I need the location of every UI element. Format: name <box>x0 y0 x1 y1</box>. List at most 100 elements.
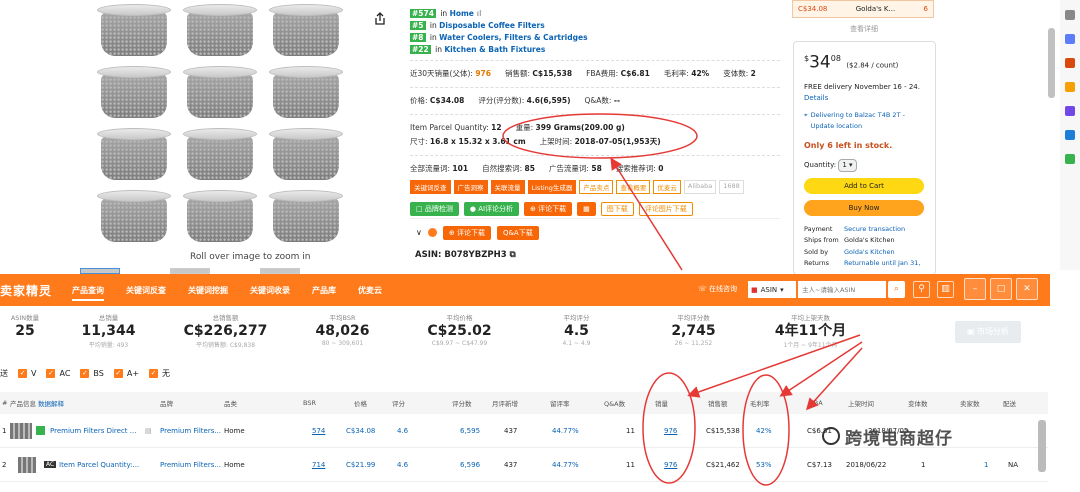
bsr-rank[interactable]: #8 in Water Coolers, Filters & Cartridge… <box>410 32 780 44</box>
quantity-selector[interactable]: Quantity: 1 ▾ <box>804 158 925 172</box>
sales-link[interactable]: 976 <box>664 427 677 435</box>
tag-listing-generator[interactable]: Listing生成器 <box>527 180 577 194</box>
product-details-panel: #574 in Home ıl #5 in Disposable Coffee … <box>410 8 780 216</box>
product-image-filter <box>183 128 257 180</box>
product-title-link[interactable]: Premium Filters Direct ... <box>50 427 136 435</box>
tag-icon[interactable] <box>1065 34 1075 44</box>
minimize-icon[interactable]: – <box>964 278 986 300</box>
review-image-download-button[interactable]: 评论图片下载 <box>638 202 693 216</box>
metric-avg-ratings: 平均评分数 2,745 26 ~ 11,252 <box>671 314 716 347</box>
tab-product-query[interactable]: 产品查询 <box>72 285 105 301</box>
brand-link[interactable]: Premium Filters... <box>160 461 221 469</box>
columns-icon[interactable]: ▥ <box>937 281 954 298</box>
product-image-gallery[interactable] <box>95 0 343 250</box>
plugin-logo: 卖家精灵 <box>0 283 53 298</box>
plugin-logo-icon <box>427 228 437 237</box>
search-icon[interactable] <box>1065 10 1075 20</box>
other-seller-row[interactable]: C$34.08 Golda's K... 6 <box>792 0 934 18</box>
tool-tags: 关键词反查 广告洞察 关联流量 Listing生成器 产品卖点 查看概要 优麦云… <box>410 180 780 194</box>
traffic-stats: 全部流量词: 101 自然搜索词: 85 广告流量词: 58 搜索推荐词: 0 <box>410 164 664 173</box>
filter-aplus[interactable]: ✓ A+ <box>113 369 139 378</box>
image-download-button[interactable]: 图下载 <box>600 202 634 216</box>
add-to-cart-button[interactable]: Add to Cart <box>804 177 924 194</box>
product-image-filter <box>97 190 171 242</box>
location-pin-icon: ⌖ <box>804 110 808 119</box>
product-image-filter <box>183 4 257 56</box>
maximize-icon[interactable]: □ <box>990 278 1012 300</box>
filter-v[interactable]: ✓ V <box>18 369 36 378</box>
tag-youmaiyun[interactable]: 优麦云 <box>653 180 681 194</box>
tag-ad-insight[interactable]: 广告洞察 <box>453 180 488 194</box>
person-icon[interactable] <box>1065 82 1075 92</box>
brand-link[interactable]: Premium Filters... <box>160 427 221 435</box>
product-thumbnail[interactable] <box>10 422 32 439</box>
review-download-button[interactable]: ⊕ 评论下载 <box>524 202 573 216</box>
metric-total-revenue: 总销售额 C$226,277 平均销售额: C$9,838 <box>183 314 268 349</box>
tab-youmaiyun[interactable]: 优麦云 <box>358 285 382 296</box>
product-image-filter <box>269 66 343 118</box>
product-image-filter <box>183 190 257 242</box>
market-select[interactable]: ■ ASIN ▾ <box>748 281 796 298</box>
metric-avg-rating: 平均评分 4.5 4.1 ~ 4.9 <box>562 314 591 347</box>
extension-icon[interactable] <box>1065 106 1075 116</box>
tab-keyword-indexing[interactable]: 关键词收录 <box>250 285 290 296</box>
product-image-filter <box>269 190 343 242</box>
ai-review-button[interactable]: ● AI评论分析 <box>463 202 520 216</box>
product-title-link[interactable]: Item Parcel Quantity:... <box>59 461 139 469</box>
metric-avg-price: 平均价格 C$25.02 C$9.97 ~ C$47.99 <box>427 314 492 347</box>
details-link[interactable]: Details <box>804 94 828 102</box>
table-scrollbar[interactable] <box>1038 420 1046 472</box>
page-scrollbar[interactable] <box>1048 28 1055 98</box>
tag-overview[interactable]: 查看概要 <box>616 180 651 194</box>
copy-icon[interactable]: ⧉ <box>510 250 516 260</box>
data-explain-link[interactable]: 数据解释 <box>38 398 64 408</box>
brand-check-button[interactable]: □ 品牌检测 <box>410 202 459 216</box>
product-thumbnail[interactable] <box>18 456 36 473</box>
tag-alibaba[interactable]: Alibaba <box>683 180 717 194</box>
sales-link[interactable]: 976 <box>664 461 677 469</box>
buy-now-button[interactable]: Buy Now <box>804 199 924 216</box>
tab-product-library[interactable]: 产品库 <box>312 285 336 296</box>
tag-selling-points[interactable]: 产品卖点 <box>579 180 614 194</box>
table-row[interactable]: 2 AC Item Parcel Quantity:... Premium Fi… <box>0 448 1048 482</box>
share-icon[interactable] <box>373 12 387 26</box>
filter-icon[interactable]: ⚲ <box>913 281 930 298</box>
copy-icon[interactable]: ▤ <box>145 427 152 435</box>
search-icon[interactable]: ⌕ <box>888 281 905 298</box>
shopping-icon[interactable] <box>1065 154 1075 164</box>
chevron-down-icon[interactable]: ∨ <box>416 228 422 237</box>
bsr-link[interactable]: 574 <box>312 427 325 435</box>
deliver-to-link[interactable]: ⌖ Delivering to Balzac T4B 2T - Update lo… <box>804 110 925 132</box>
metric-asin-count: ASIN数量 25 <box>10 314 40 339</box>
bsr-link[interactable]: 714 <box>312 461 325 469</box>
bsr-rank[interactable]: #574 in Home ıl <box>410 8 780 20</box>
product-image-filter <box>269 4 343 56</box>
market-analysis-button[interactable]: ▣ 市场分析 <box>955 321 1021 343</box>
filter-none[interactable]: ✓ 无 <box>149 368 170 379</box>
ac-badge: AC <box>44 461 57 468</box>
online-help-link[interactable]: ☏ 在线咨询 <box>698 284 737 294</box>
calculator-button[interactable]: ▦ <box>577 202 596 216</box>
toolbox-icon[interactable] <box>1065 58 1075 68</box>
product-image-filter <box>269 128 343 180</box>
browser-sidebar <box>1060 0 1080 270</box>
outlook-icon[interactable] <box>1065 130 1075 140</box>
search-input[interactable] <box>798 281 886 298</box>
sales-stats: 近30天销量(父体): 976 销售额: C$15,538 FBA费用: C$6… <box>410 69 756 78</box>
qa-download-button[interactable]: Q&A下载 <box>496 225 539 240</box>
tab-keyword-mining[interactable]: 关键词挖掘 <box>188 285 228 296</box>
tag-keyword-reverse[interactable]: 关键词反查 <box>410 180 451 194</box>
bsr-rank[interactable]: #5 in Disposable Coffee Filters <box>410 20 780 32</box>
metric-avg-days-listed: 平均上架天数 4年11个月 1个月 ~ 9年11个月 <box>774 314 847 349</box>
filter-bs[interactable]: ✓ BS <box>80 369 104 378</box>
tab-keyword-reverse[interactable]: 关键词反查 <box>126 285 166 296</box>
view-more-link[interactable]: 查看详细 <box>850 24 878 34</box>
tag-1688[interactable]: 1688 <box>719 180 744 194</box>
filter-ac[interactable]: ✓ AC <box>46 369 70 378</box>
table-header: # 产品信息 数据解释 品牌 品类 BSR 价格 评分 评分数 月评新增 留评率… <box>0 392 1048 414</box>
tag-related-traffic[interactable]: 关联流量 <box>490 180 525 194</box>
bsr-rank[interactable]: #22 in Kitchen & Bath Fixtures <box>410 44 780 56</box>
price: $3408 ($2.84 / count) <box>804 52 899 73</box>
close-icon[interactable]: ✕ <box>1016 278 1038 300</box>
review-download-button-2[interactable]: ⊕ 评论下载 <box>442 225 491 240</box>
